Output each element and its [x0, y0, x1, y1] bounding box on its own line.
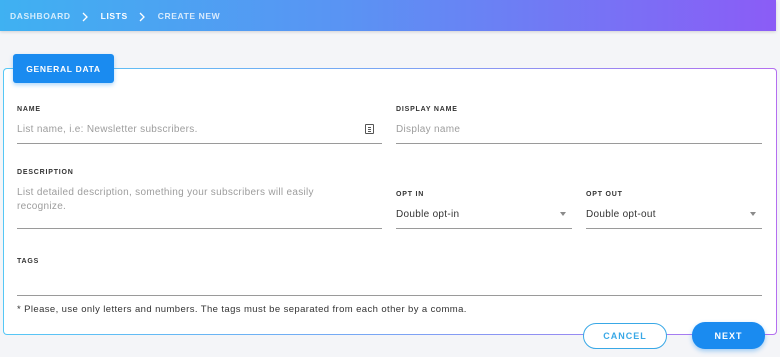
name-input[interactable]: List name, i.e: Newsletter subscribers.	[17, 122, 382, 144]
opt-in-label: OPT IN	[396, 191, 425, 198]
chevron-right-icon	[134, 10, 152, 22]
display-name-placeholder: Display name	[396, 124, 461, 135]
tags-input[interactable]	[17, 274, 762, 296]
opt-out-value: Double opt-out	[586, 209, 656, 220]
name-placeholder: List name, i.e: Newsletter subscribers.	[17, 124, 198, 135]
display-name-label: DISPLAY NAME	[396, 106, 458, 113]
tab-general-data[interactable]: GENERAL DATA	[13, 54, 114, 83]
book-icon[interactable]	[365, 124, 374, 134]
chevron-right-icon	[77, 10, 95, 22]
top-bar: DASHBOARD LISTS CREATE NEW	[0, 0, 776, 31]
opt-in-value: Double opt-in	[396, 209, 460, 220]
description-placeholder-line2: recognize.	[17, 201, 67, 212]
caret-down-icon	[750, 212, 756, 216]
description-placeholder-line1: List detailed description, something you…	[17, 187, 314, 198]
caret-down-icon	[560, 212, 566, 216]
cancel-button[interactable]: CANCEL	[583, 323, 667, 349]
description-textarea[interactable]: List detailed description, something you…	[17, 185, 382, 229]
breadcrumb-lists[interactable]: LISTS	[101, 11, 128, 21]
description-label: DESCRIPTION	[17, 169, 74, 176]
display-name-input[interactable]: Display name	[396, 122, 762, 144]
tags-hint: * Please, use only letters and numbers. …	[17, 304, 467, 315]
opt-out-select[interactable]: Double opt-out	[586, 207, 762, 229]
breadcrumb-create-new: CREATE NEW	[157, 10, 221, 21]
tags-label: TAGS	[17, 258, 40, 265]
name-label: NAME	[17, 106, 41, 113]
breadcrumb-dashboard[interactable]: DASHBOARD	[10, 11, 71, 21]
next-button[interactable]: NEXT	[692, 322, 765, 349]
opt-in-select[interactable]: Double opt-in	[396, 207, 572, 229]
opt-out-label: OPT OUT	[586, 191, 623, 198]
